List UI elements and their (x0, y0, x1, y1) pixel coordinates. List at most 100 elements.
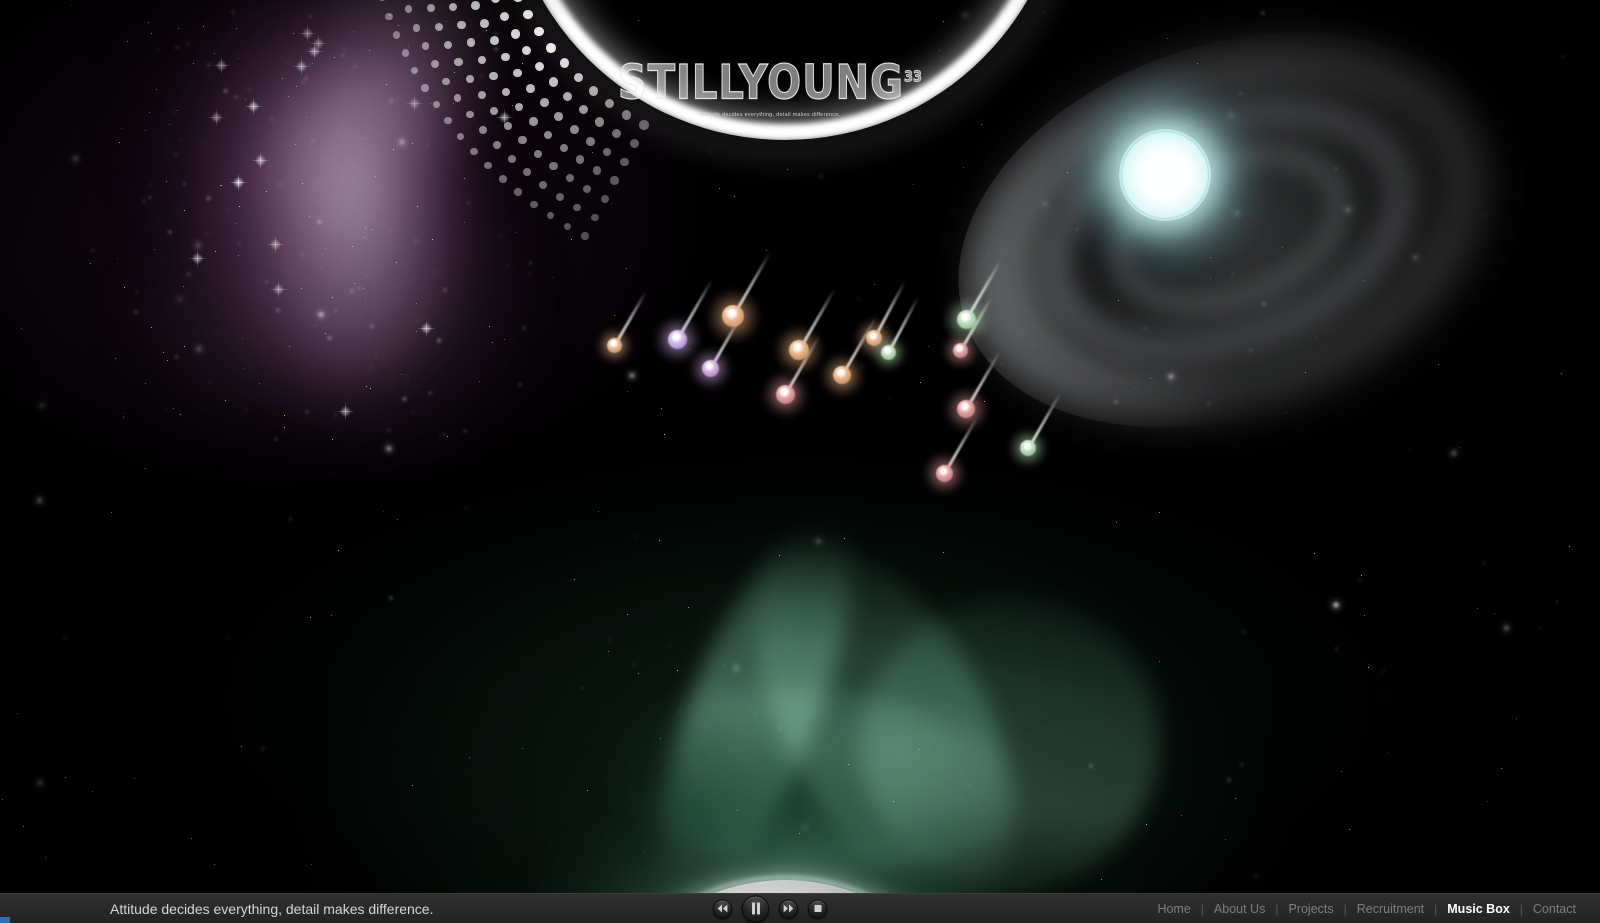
fast-forward-button[interactable] (779, 899, 798, 918)
star (309, 617, 311, 618)
star (316, 181, 319, 183)
star (414, 240, 417, 242)
star (1249, 349, 1252, 351)
star (1235, 211, 1238, 214)
star (1224, 839, 1226, 840)
star (38, 781, 41, 784)
star (337, 549, 339, 551)
sparkle-star (244, 97, 263, 117)
star (432, 238, 434, 240)
star (248, 89, 250, 91)
star (400, 373, 402, 375)
star (969, 785, 971, 787)
star (660, 407, 662, 409)
rewind-button[interactable] (713, 899, 732, 918)
nav-item-projects[interactable]: Projects (1278, 902, 1343, 916)
star (1196, 63, 1198, 65)
nav-item-about-us[interactable]: About Us (1204, 902, 1275, 916)
star (395, 262, 397, 264)
star (1145, 823, 1147, 825)
star (1363, 614, 1365, 616)
star (123, 412, 125, 414)
star (443, 433, 445, 436)
star (207, 63, 210, 66)
meteor-core (836, 368, 846, 378)
sparkle-star (212, 55, 232, 75)
pause-button[interactable] (742, 895, 769, 922)
star (1115, 521, 1117, 523)
star (390, 597, 392, 599)
star (45, 856, 47, 858)
star (342, 54, 344, 56)
progress-accent (0, 917, 10, 923)
star (175, 355, 178, 359)
star (319, 312, 323, 317)
meteor-core (960, 402, 970, 412)
star (328, 336, 331, 339)
star (177, 28, 179, 30)
stop-button[interactable] (808, 899, 827, 918)
star (389, 229, 391, 232)
star (817, 539, 820, 542)
star (354, 65, 356, 68)
star (235, 96, 237, 98)
star (193, 62, 194, 64)
meteor-core (672, 333, 682, 343)
nav-item-contact[interactable]: Contact (1523, 902, 1586, 916)
app-root: STILLYOUNG33 Attitude decides everything… (0, 0, 1600, 923)
star (352, 30, 354, 32)
nav-item-music-box[interactable]: Music Box (1437, 902, 1520, 916)
star (207, 197, 210, 200)
meteor-core (884, 347, 892, 355)
star (368, 49, 370, 51)
star (289, 345, 291, 347)
nav-item-home[interactable]: Home (1147, 902, 1200, 916)
star (237, 254, 239, 256)
fast-forward-icon (783, 904, 794, 913)
star (183, 210, 185, 211)
star (607, 639, 610, 641)
star (522, 747, 524, 749)
star (643, 851, 645, 853)
star (1493, 612, 1495, 614)
sparkle-star (269, 280, 289, 299)
meteor-core (1023, 442, 1032, 451)
star (334, 310, 336, 312)
nav-item-recruitment[interactable]: Recruitment (1347, 902, 1434, 916)
star (1228, 779, 1230, 781)
star (182, 286, 184, 288)
star (430, 102, 432, 104)
star (415, 303, 417, 305)
star (418, 241, 421, 243)
star (321, 161, 323, 164)
star (204, 140, 206, 142)
star (503, 339, 505, 341)
star (135, 311, 137, 313)
star (529, 262, 532, 264)
star (1210, 277, 1212, 279)
star (168, 123, 170, 125)
star (148, 111, 150, 113)
main-navigation: Home | About Us | Projects | Recruitment | Music… (1147, 902, 1586, 916)
rewind-icon (717, 904, 728, 913)
star (148, 196, 151, 199)
star (289, 518, 292, 520)
star (468, 756, 470, 758)
star (437, 339, 441, 342)
star (1515, 718, 1517, 720)
star (523, 327, 525, 329)
star (142, 200, 145, 202)
star (162, 351, 164, 353)
star (962, 167, 964, 168)
star (92, 249, 94, 251)
star (986, 251, 988, 253)
star (180, 138, 182, 141)
star (464, 430, 466, 432)
star (630, 373, 634, 378)
music-player-controls (713, 895, 827, 922)
sparkle-star (250, 150, 270, 170)
site-logo[interactable]: STILLYOUNG33 Attitude decides everything… (560, 59, 980, 118)
star (196, 244, 200, 247)
star (70, 4, 72, 6)
star (282, 42, 284, 44)
